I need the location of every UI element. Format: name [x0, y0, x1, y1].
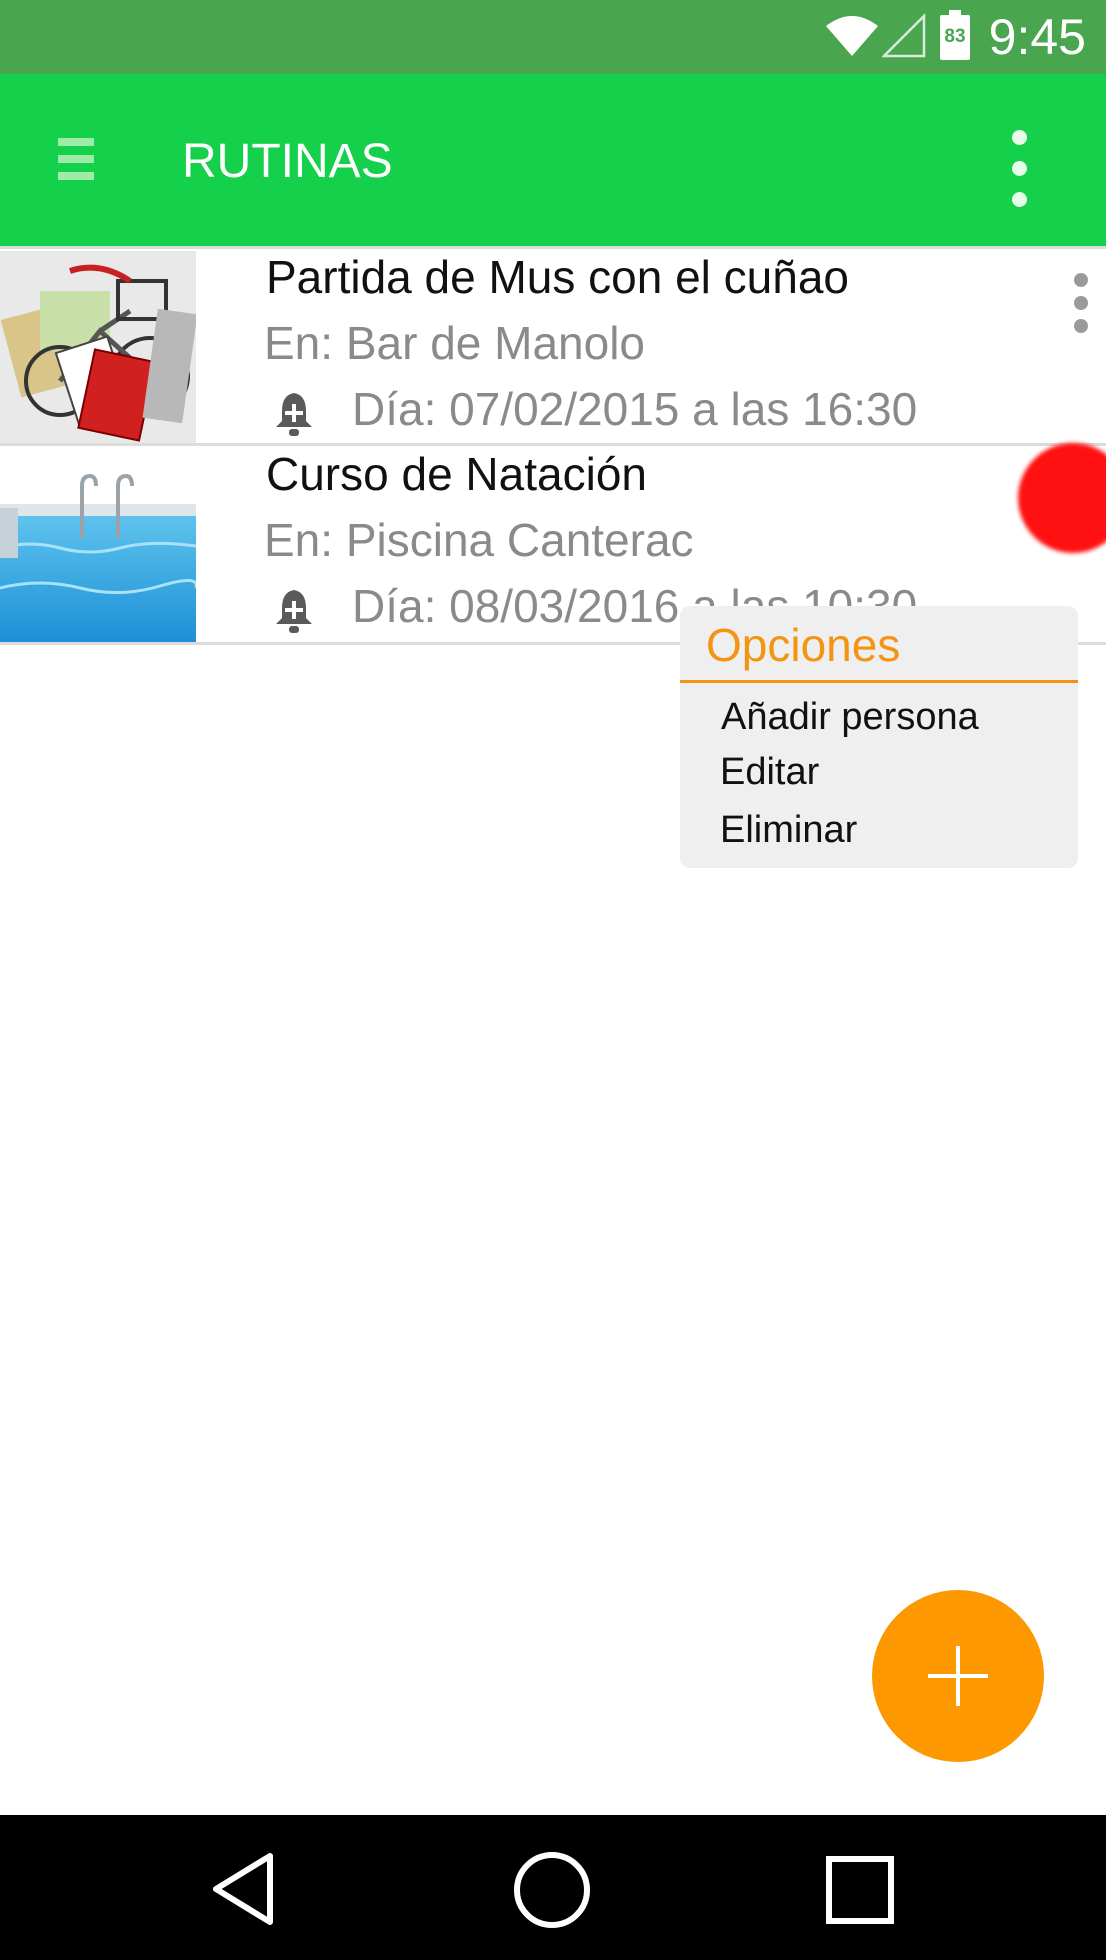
- routine-thumbnail-cards: [0, 251, 196, 445]
- home-icon[interactable]: [512, 1850, 592, 1930]
- app-bar: [0, 74, 1106, 246]
- row-overflow-icon[interactable]: [1074, 273, 1088, 342]
- back-icon[interactable]: [208, 1850, 278, 1928]
- menu-icon[interactable]: [58, 138, 94, 184]
- wifi-icon: [826, 16, 878, 56]
- add-routine-button[interactable]: [872, 1590, 1044, 1762]
- app-title: RUTINAS: [182, 135, 393, 188]
- battery-level: 83: [944, 26, 966, 47]
- signal-icon: [882, 12, 926, 58]
- routine-title: Partida de Mus con el cuñao: [266, 251, 850, 303]
- bell-plus-icon[interactable]: [272, 586, 316, 636]
- bell-plus-icon[interactable]: [272, 389, 316, 439]
- options-menu-divider: [680, 680, 1078, 683]
- routine-thumbnail-pool: [0, 448, 196, 642]
- menu-item-edit[interactable]: Editar: [720, 748, 819, 796]
- battery-icon: 83: [940, 10, 970, 60]
- routine-place: En: Piscina Canterac: [264, 514, 694, 566]
- recents-icon[interactable]: [824, 1854, 896, 1926]
- routine-title: Curso de Natación: [266, 448, 647, 500]
- list-item[interactable]: Partida de Mus con el cuñao En: Bar de M…: [0, 246, 1106, 448]
- status-time: 9:45: [988, 9, 1086, 65]
- overflow-icon[interactable]: [1012, 130, 1028, 223]
- routine-place: En: Bar de Manolo: [264, 317, 646, 369]
- plus-icon: [928, 1646, 988, 1706]
- menu-item-add-person[interactable]: Añadir persona: [721, 693, 979, 741]
- menu-item-delete[interactable]: Eliminar: [720, 806, 857, 854]
- routine-date: Día: 07/02/2015 a las 16:30: [352, 383, 918, 435]
- options-menu-title: Opciones: [706, 619, 901, 671]
